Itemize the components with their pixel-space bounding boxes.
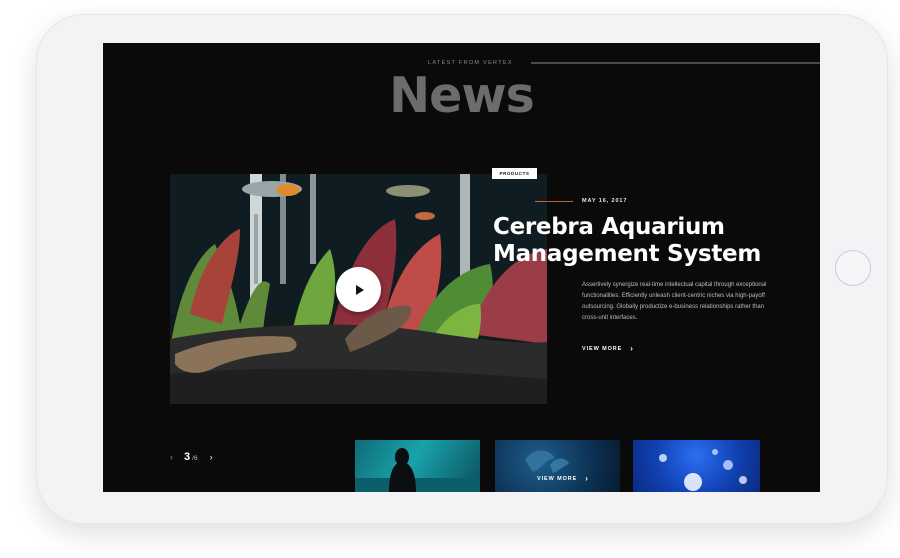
total-pages: 6 xyxy=(193,455,198,462)
view-more-link[interactable]: VIEW MORE › xyxy=(582,344,634,353)
chevron-right-icon: › xyxy=(585,474,589,483)
thumbnail-3-image xyxy=(659,449,747,491)
eyebrow-divider xyxy=(531,62,820,64)
post-date: MAY 16, 2017 xyxy=(582,198,628,204)
current-page: 3 xyxy=(184,451,191,463)
thumbnail-1-image xyxy=(355,448,480,492)
category-tag[interactable]: PRODUCTS xyxy=(492,168,537,179)
headline-line-1: Cerebra Aquarium xyxy=(493,214,725,240)
thumbnail-2[interactable]: VIEW MORE › xyxy=(495,440,620,492)
accent-line xyxy=(535,201,573,202)
thumbnail-view-more[interactable]: VIEW MORE › xyxy=(537,474,589,483)
thumbnail-2-image xyxy=(525,450,569,473)
post-headline[interactable]: Cerebra Aquarium Management System xyxy=(493,214,813,268)
play-button[interactable] xyxy=(336,267,381,312)
headline-line-2: Management System xyxy=(493,241,762,267)
chevron-right-icon: › xyxy=(630,344,634,353)
home-button[interactable] xyxy=(835,250,871,286)
featured-video-thumbnail[interactable] xyxy=(170,174,547,404)
thumbnail-3[interactable] xyxy=(633,440,760,492)
next-arrow-icon[interactable]: › xyxy=(210,452,213,462)
section-eyebrow: LATEST FROM VERTEX xyxy=(428,60,513,66)
pagination: ‹ 3 / 6 › xyxy=(170,451,213,463)
view-more-label: VIEW MORE xyxy=(582,346,623,352)
post-excerpt: Assertively synergize real-time intellec… xyxy=(582,282,767,321)
section-title: News xyxy=(389,67,535,124)
play-icon xyxy=(355,284,364,295)
thumbnail-view-more-label: VIEW MORE xyxy=(537,476,578,482)
screen: LATEST FROM VERTEX News PRODUCTS MAY 16,… xyxy=(103,43,820,492)
thumbnail-1[interactable] xyxy=(355,440,480,492)
prev-arrow-icon[interactable]: ‹ xyxy=(170,452,173,462)
